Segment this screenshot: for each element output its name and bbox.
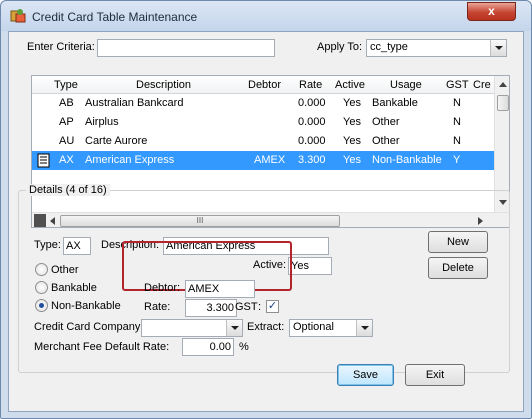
cell-type: AB [59, 97, 74, 109]
cell-usage: Other [372, 135, 400, 147]
debtor-label: Debtor: [144, 282, 181, 294]
cell-type: AP [59, 116, 74, 128]
usage-bankable-radio[interactable] [35, 281, 48, 294]
credit-card-company-label: Credit Card Company: [34, 321, 144, 333]
cell-gst: N [453, 116, 461, 128]
merchant-fee-unit: % [239, 341, 249, 353]
apply-to-label: Apply To: [317, 41, 363, 53]
scroll-up-icon[interactable] [499, 81, 507, 87]
title-bar[interactable]: Credit Card Table Maintenance x [1, 1, 531, 31]
chevron-down-icon[interactable] [356, 320, 372, 336]
delete-button[interactable]: Delete [428, 257, 488, 279]
table-row-selected[interactable]: AX American Express AMEX 3.300 Yes Non-B… [32, 151, 494, 170]
cell-rate: 3.300 [298, 154, 326, 166]
save-button[interactable]: Save [337, 364, 394, 386]
apply-to-select[interactable]: cc_type [366, 39, 507, 57]
gst-colon: : [258, 301, 262, 313]
table-row[interactable]: AB Australian Bankcard 0.000 Yes Bankabl… [32, 94, 494, 113]
cell-rate: 0.000 [298, 116, 326, 128]
gst-label: GST [235, 301, 258, 313]
cell-gst: Y [453, 154, 461, 166]
cell-rate: 0.000 [298, 97, 326, 109]
enter-criteria-label: Enter Criteria: [27, 41, 95, 53]
usage-bankable-label[interactable]: Bankable [51, 282, 97, 294]
table-row[interactable]: AP Airplus 0.000 Yes Other N [32, 113, 494, 132]
column-header-description[interactable]: Description [136, 79, 191, 91]
cell-active: Yes [343, 154, 361, 166]
details-legend: Details (4 of 16) [26, 184, 110, 196]
cell-usage: Non-Bankable [372, 154, 442, 166]
exit-button[interactable]: Exit [405, 364, 465, 386]
type-label: Type: [34, 239, 61, 251]
column-header-credit[interactable]: Cre [473, 79, 491, 91]
close-icon: x [488, 4, 495, 18]
window: Credit Card Table Maintenance x Enter Cr… [0, 0, 532, 419]
cell-usage: Bankable [372, 97, 418, 109]
extract-label: Extract: [247, 321, 285, 333]
column-header-debtor[interactable]: Debtor [248, 79, 281, 91]
app-icon [10, 9, 26, 23]
record-pointer-icon [37, 153, 50, 168]
cell-description: American Express [85, 154, 175, 166]
checkmark-icon: ✓ [267, 300, 278, 312]
gst-checkbox[interactable]: ✓ [266, 300, 279, 313]
cell-usage: Other [372, 116, 400, 128]
active-input[interactable]: Yes [288, 257, 332, 275]
column-header-gst[interactable]: GST [446, 79, 469, 91]
cell-description: Australian Bankcard [85, 97, 184, 109]
vertical-scroll-thumb[interactable] [497, 95, 509, 111]
chevron-down-icon[interactable] [226, 320, 242, 336]
new-button[interactable]: New [428, 231, 488, 253]
enter-criteria-input[interactable] [97, 39, 275, 57]
column-header-rate[interactable]: Rate [299, 79, 322, 91]
cell-debtor: AMEX [254, 154, 286, 166]
chevron-down-icon[interactable] [490, 40, 506, 56]
cell-description: Airplus [85, 116, 119, 128]
cell-type: AU [59, 135, 75, 147]
cell-gst: N [453, 97, 461, 109]
table-row[interactable]: AU Carte Aurore 0.000 Yes Other N [32, 132, 494, 151]
debtor-input[interactable]: AMEX [185, 280, 255, 298]
cell-gst: N [453, 135, 461, 147]
cell-active: Yes [343, 97, 361, 109]
usage-other-label[interactable]: Other [51, 264, 79, 276]
extract-select[interactable]: Optional [289, 319, 373, 337]
cell-type: AX [59, 154, 74, 166]
column-header-usage[interactable]: Usage [390, 79, 422, 91]
merchant-fee-input[interactable]: 0.00 [182, 338, 234, 356]
column-header-type[interactable]: Type [54, 79, 78, 91]
window-title: Credit Card Table Maintenance [32, 10, 198, 24]
close-button[interactable]: x [467, 2, 516, 21]
merchant-fee-label: Merchant Fee Default Rate: [34, 341, 170, 353]
apply-to-value: cc_type [370, 41, 408, 53]
credit-card-company-select[interactable] [141, 319, 243, 337]
column-header-active[interactable]: Active [335, 79, 365, 91]
cell-rate: 0.000 [298, 135, 326, 147]
cell-active: Yes [343, 135, 361, 147]
grid-header: Type Description Debtor Rate Active Usag… [32, 76, 494, 94]
cell-active: Yes [343, 116, 361, 128]
usage-other-radio[interactable] [35, 263, 48, 276]
rate-input[interactable]: 3.300 [185, 299, 237, 317]
usage-non-bankable-label[interactable]: Non-Bankable [51, 300, 121, 312]
extract-value: Optional [293, 321, 334, 333]
usage-non-bankable-radio[interactable] [35, 299, 48, 312]
cell-description: Carte Aurore [85, 135, 148, 147]
rate-label: Rate: [144, 301, 171, 313]
type-input[interactable]: AX [63, 237, 91, 255]
